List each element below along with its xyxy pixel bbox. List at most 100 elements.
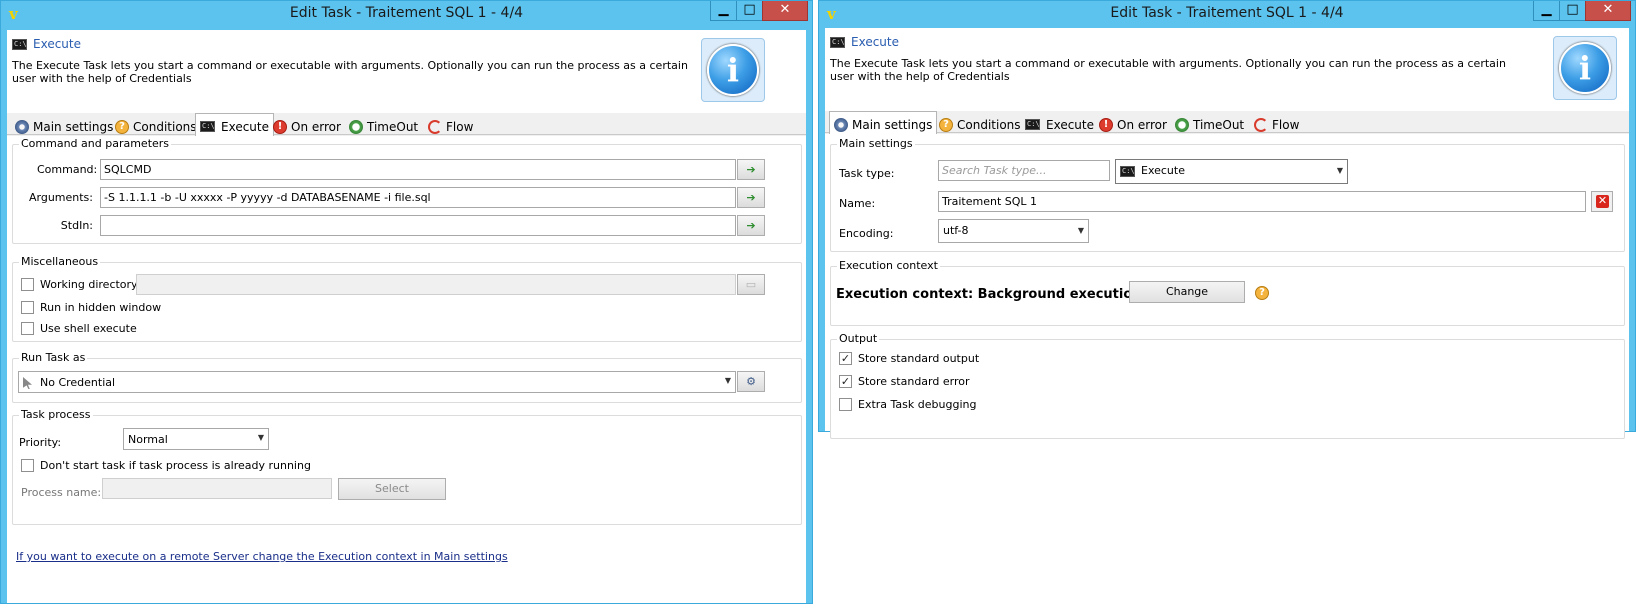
- credential-combo[interactable]: No Credential ▼: [18, 371, 736, 393]
- arguments-input[interactable]: -S 1.1.1.1 -b -U xxxxx -P yyyyy -d DATAB…: [100, 187, 736, 208]
- group-title: Task process: [19, 408, 93, 421]
- tab-on-error[interactable]: ! On error: [1095, 113, 1171, 133]
- hidden-window-label: Run in hidden window: [40, 301, 162, 314]
- command-input[interactable]: SQLCMD: [100, 159, 736, 180]
- group-title: Miscellaneous: [19, 255, 101, 268]
- tab-timeout[interactable]: TimeOut: [345, 115, 422, 135]
- chevron-down-icon: ▼: [1077, 226, 1084, 235]
- shell-execute-checkbox[interactable]: [21, 322, 34, 335]
- console-icon: C:\: [200, 121, 215, 132]
- group-title: Run Task as: [19, 351, 88, 364]
- main-settings-group: Main settings Task type: Search Task typ…: [830, 137, 1625, 252]
- extra-debug-label: Extra Task debugging: [858, 398, 977, 411]
- left-title-bar[interactable]: v Edit Task - Traitement SQL 1 - 4/4 ▁ □…: [1, 1, 812, 27]
- task-type-search-input[interactable]: Search Task type...: [938, 160, 1110, 181]
- right-window-title: Edit Task - Traitement SQL 1 - 4/4: [1110, 5, 1344, 21]
- task-header: C:\ Execute The Execute Task lets you st…: [7, 30, 806, 113]
- execution-context-link[interactable]: If you want to execute on a remote Serve…: [16, 550, 508, 563]
- tab-flow[interactable]: Flow: [1250, 113, 1303, 133]
- info-icon: i: [1553, 36, 1617, 100]
- left-edit-task-window: v Edit Task - Traitement SQL 1 - 4/4 ▁ □…: [0, 0, 813, 604]
- dont-start-checkbox[interactable]: [21, 459, 34, 472]
- credential-settings-button[interactable]: ⚙: [737, 371, 765, 392]
- store-error-checkbox[interactable]: ✓: [839, 375, 852, 388]
- main-settings-tab-content: Main settings Task type: Search Task typ…: [825, 134, 1629, 439]
- task-process-group: Task process Priority: Normal ▼ Don't st…: [12, 408, 802, 525]
- select-button: Select: [338, 478, 446, 500]
- store-output-checkbox[interactable]: ✓: [839, 352, 852, 365]
- console-icon: C:\: [12, 38, 27, 50]
- name-input[interactable]: Traitement SQL 1: [938, 191, 1586, 212]
- clear-name-button[interactable]: ✕: [1591, 191, 1613, 212]
- tab-main-settings[interactable]: Main settings: [11, 115, 117, 135]
- right-edit-task-window: v Edit Task - Traitement SQL 1 - 4/4 ▁ □…: [818, 0, 1636, 439]
- close-button[interactable]: ✕: [762, 1, 808, 21]
- header-description: The Execute Task lets you start a comman…: [830, 57, 1506, 83]
- group-title: Output: [837, 332, 880, 345]
- tab-bar: Main settings ? Conditions C:\ Execute !…: [7, 113, 806, 136]
- hidden-window-checkbox[interactable]: [21, 301, 34, 314]
- working-directory-input: [136, 274, 736, 295]
- clock-icon: [1175, 117, 1189, 132]
- console-icon: C:\: [1025, 119, 1040, 130]
- tab-execute[interactable]: C:\ Execute: [1021, 113, 1098, 133]
- close-button[interactable]: ✕: [1585, 1, 1631, 21]
- task-header: C:\ Execute The Execute Task lets you st…: [825, 28, 1629, 111]
- task-type-label: Task type:: [839, 167, 895, 180]
- flow-icon: [1254, 117, 1268, 132]
- dont-start-label: Don't start task if task process is alre…: [40, 459, 311, 472]
- tab-conditions[interactable]: ? Conditions: [935, 113, 1025, 133]
- tab-conditions[interactable]: ? Conditions: [111, 115, 201, 135]
- right-title-bar[interactable]: v Edit Task - Traitement SQL 1 - 4/4 ▁ □…: [819, 1, 1635, 27]
- run-as-group: Run Task as No Credential ▼ ⚙: [12, 351, 802, 403]
- command-insert-button[interactable]: ➔: [737, 159, 765, 180]
- console-icon: C:\: [1120, 165, 1135, 177]
- shell-execute-label: Use shell execute: [40, 322, 137, 335]
- tab-bar: Main settings ? Conditions C:\ Execute !…: [825, 111, 1629, 134]
- delete-icon: ✕: [1596, 194, 1609, 208]
- question-icon: ?: [115, 119, 129, 134]
- cursor-icon: [23, 377, 32, 389]
- encoding-combo[interactable]: utf-8 ▼: [938, 219, 1089, 243]
- tab-flow[interactable]: Flow: [424, 115, 477, 135]
- working-directory-checkbox[interactable]: [21, 278, 34, 291]
- change-context-button[interactable]: Change: [1129, 281, 1245, 303]
- extra-debug-checkbox[interactable]: [839, 398, 852, 411]
- help-icon[interactable]: ?: [1255, 286, 1269, 300]
- execution-context-group: Execution context Execution context: Bac…: [830, 259, 1625, 326]
- output-group: Output ✓ Store standard output ✓ Store s…: [830, 332, 1625, 439]
- task-type-combo[interactable]: C:\ Execute ▼: [1115, 159, 1348, 184]
- stdin-input[interactable]: [100, 215, 736, 236]
- info-icon: i: [701, 38, 765, 102]
- stdin-insert-button[interactable]: ➔: [737, 215, 765, 236]
- tab-on-error[interactable]: ! On error: [269, 115, 345, 135]
- arguments-insert-button[interactable]: ➔: [737, 187, 765, 208]
- chevron-down-icon: ▼: [257, 433, 264, 442]
- name-label: Name:: [839, 197, 876, 210]
- execute-tab-content: Command and parameters Command: SQLCMD ➔…: [7, 136, 806, 603]
- question-icon: ?: [939, 117, 953, 132]
- process-name-label: Process name:: [21, 486, 102, 499]
- chevron-down-icon: ▼: [724, 376, 731, 385]
- group-title: Execution context: [837, 259, 940, 272]
- process-name-input: [102, 478, 332, 499]
- folder-browse-button: ▭: [737, 274, 765, 295]
- chevron-down-icon: ▼: [1336, 166, 1343, 175]
- tab-timeout[interactable]: TimeOut: [1171, 113, 1248, 133]
- stdin-label: StdIn:: [60, 219, 93, 232]
- minimize-button[interactable]: ▁: [710, 1, 737, 21]
- flow-icon: [428, 119, 442, 134]
- group-title: Main settings: [837, 137, 915, 150]
- maximize-button[interactable]: □: [1559, 1, 1586, 21]
- encoding-label: Encoding:: [839, 227, 894, 240]
- priority-combo[interactable]: Normal ▼: [123, 428, 269, 450]
- console-icon: C:\: [830, 36, 845, 48]
- minimize-button[interactable]: ▁: [1533, 1, 1560, 21]
- tab-main-settings[interactable]: Main settings: [829, 111, 938, 134]
- left-window-title: Edit Task - Traitement SQL 1 - 4/4: [289, 5, 524, 21]
- working-directory-label: Working directory:: [40, 278, 141, 291]
- arguments-label: Arguments:: [28, 191, 93, 204]
- tab-execute[interactable]: C:\ Execute: [195, 113, 274, 136]
- maximize-button[interactable]: □: [736, 1, 763, 21]
- left-client-area: C:\ Execute The Execute Task lets you st…: [7, 30, 806, 603]
